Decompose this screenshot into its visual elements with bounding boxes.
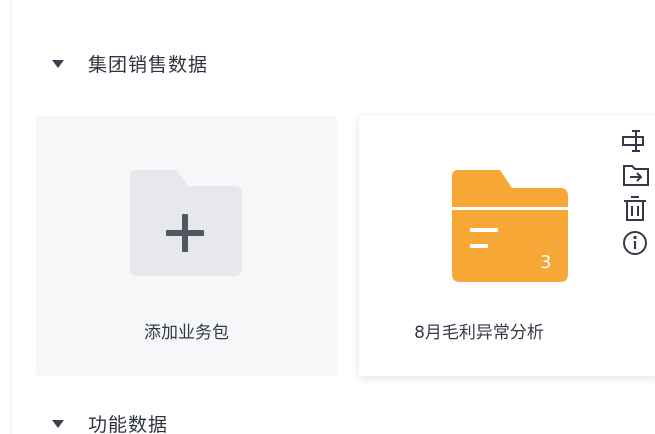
business-package-card[interactable]: 3 8月毛利异常分析 xyxy=(359,116,655,376)
caret-down-icon[interactable] xyxy=(52,419,64,428)
add-folder-icon xyxy=(130,170,242,276)
rename-icon[interactable] xyxy=(620,124,652,158)
left-divider xyxy=(10,0,11,434)
caret-down-icon[interactable] xyxy=(52,59,64,68)
section-header-sales[interactable]: 集团销售数据 xyxy=(52,50,208,77)
folder-icon: 3 xyxy=(452,170,568,282)
add-package-card[interactable]: 添加业务包 xyxy=(36,116,337,376)
package-name: 8月毛利异常分析 xyxy=(414,323,544,343)
section-title: 功能数据 xyxy=(88,414,169,434)
card-action-bar xyxy=(620,124,655,260)
folder-count: 3 xyxy=(540,252,551,273)
section-header-function[interactable]: 功能数据 xyxy=(52,410,168,434)
add-package-label: 添加业务包 xyxy=(144,323,229,343)
info-icon[interactable] xyxy=(620,226,652,260)
delete-icon[interactable] xyxy=(620,192,652,226)
section-title: 集团销售数据 xyxy=(88,54,209,76)
move-icon[interactable] xyxy=(620,158,652,192)
